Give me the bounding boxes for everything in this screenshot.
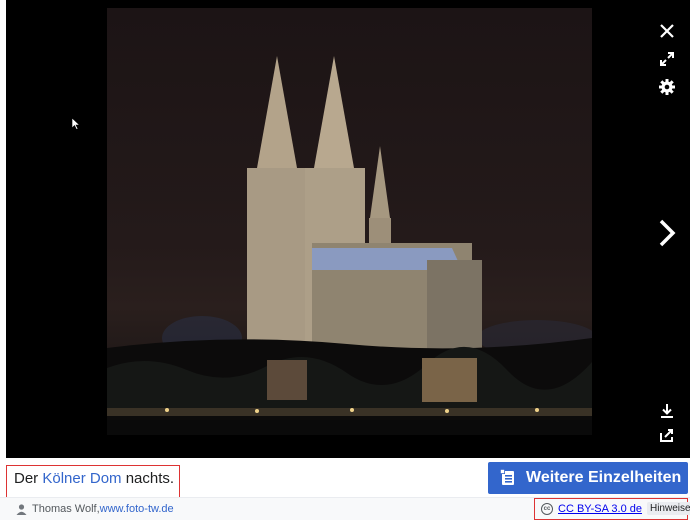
cathedral-illustration — [107, 56, 592, 435]
gear-icon — [659, 79, 675, 95]
cathedral-photo[interactable] — [107, 8, 592, 435]
more-details-label: Weitere Einzelheiten — [526, 469, 682, 486]
next-image-button[interactable] — [652, 216, 682, 250]
author-attribution: Thomas Wolf, www.foto-tw.de — [16, 503, 174, 515]
fullscreen-icon — [660, 52, 674, 66]
close-icon — [660, 24, 674, 38]
close-button[interactable] — [652, 18, 682, 44]
metadata-bar: Der Kölner Dom nachts. Weitere Einzelhei… — [0, 458, 690, 520]
caption-prefix: Der — [14, 470, 43, 487]
image-caption: Der Kölner Dom nachts. — [14, 470, 174, 487]
creative-commons-icon: cc — [541, 502, 553, 515]
viewer-controls — [644, 0, 690, 458]
license-link[interactable]: CC BY-SA 3.0 de — [558, 503, 642, 515]
download-icon — [661, 404, 673, 418]
file-details-icon — [500, 469, 514, 485]
download-button[interactable] — [652, 398, 682, 424]
license-hint-button[interactable]: Hinweise — [646, 502, 690, 515]
mouse-cursor-icon — [72, 118, 80, 130]
license-info: cc CC BY-SA 3.0 de Hinweise — [541, 502, 690, 515]
more-details-button[interactable]: Weitere Einzelheiten — [488, 462, 688, 494]
chevron-right-icon — [659, 219, 676, 247]
share-button[interactable] — [652, 422, 682, 448]
share-icon — [660, 429, 673, 442]
author-link[interactable]: www.foto-tw.de — [100, 503, 174, 515]
user-icon — [16, 503, 27, 515]
settings-button[interactable] — [652, 74, 682, 100]
media-viewer — [0, 0, 690, 458]
caption-suffix: nachts. — [121, 470, 175, 487]
fullscreen-button[interactable] — [652, 46, 682, 72]
author-name: Thomas Wolf, — [32, 503, 100, 515]
viewer-left-margin — [0, 0, 6, 458]
caption-link[interactable]: Kölner Dom — [42, 470, 121, 487]
